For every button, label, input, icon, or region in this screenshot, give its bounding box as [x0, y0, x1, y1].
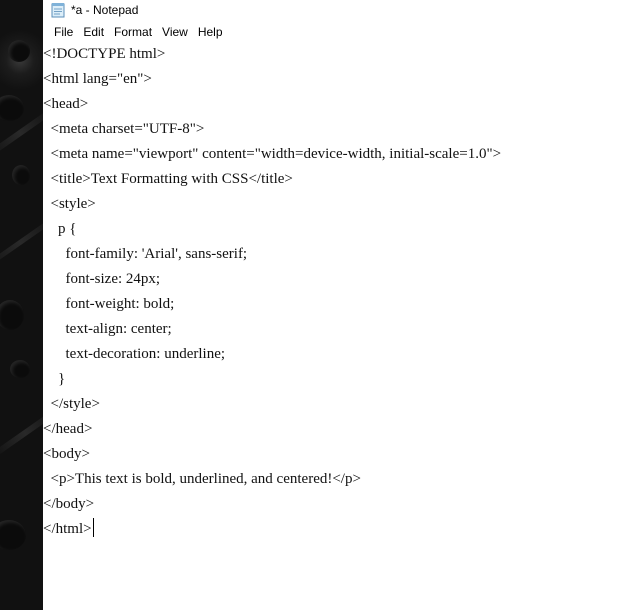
editor-line: <!DOCTYPE html>	[43, 46, 166, 62]
editor-line: <meta name="viewport" content="width=dev…	[43, 146, 502, 162]
notepad-icon	[51, 2, 65, 18]
menu-help[interactable]: Help	[193, 23, 228, 41]
menu-format[interactable]: Format	[109, 23, 157, 41]
title-bar[interactable]: *a - Notepad	[43, 0, 638, 20]
editor-line: text-align: center;	[43, 321, 172, 337]
editor-line: <style>	[43, 196, 96, 212]
editor-line-last: </html>	[43, 518, 94, 540]
editor-line: }	[43, 371, 66, 387]
editor-line: <head>	[43, 96, 89, 112]
editor-line: font-size: 24px;	[43, 271, 161, 287]
desktop-background	[0, 0, 43, 610]
menu-view[interactable]: View	[157, 23, 193, 41]
screen: *a - Notepad File Edit Format View Help …	[0, 0, 638, 610]
editor-line: </head>	[43, 421, 93, 437]
text-editor[interactable]: <!DOCTYPE html> <html lang="en"> <head> …	[43, 43, 638, 610]
editor-line: font-family: 'Arial', sans-serif;	[43, 246, 248, 262]
editor-line: </body>	[43, 496, 95, 512]
editor-line-text: </html>	[43, 521, 92, 537]
editor-line: font-weight: bold;	[43, 296, 175, 312]
editor-line: <html lang="en">	[43, 71, 152, 87]
editor-line: <body>	[43, 446, 90, 462]
window-title: *a - Notepad	[71, 3, 139, 17]
menu-bar: File Edit Format View Help	[43, 22, 638, 42]
editor-line: text-decoration: underline;	[43, 346, 226, 362]
menu-edit[interactable]: Edit	[78, 23, 109, 41]
menu-file[interactable]: File	[49, 23, 78, 41]
editor-line: <meta charset="UTF-8">	[43, 121, 205, 137]
editor-line: <title>Text Formatting with CSS</title>	[43, 171, 293, 187]
editor-line: <p>This text is bold, underlined, and ce…	[43, 471, 361, 487]
notepad-window: *a - Notepad File Edit Format View Help …	[43, 0, 638, 610]
text-caret	[92, 518, 94, 537]
editor-line: </style>	[43, 396, 100, 412]
editor-line: p {	[43, 221, 77, 237]
